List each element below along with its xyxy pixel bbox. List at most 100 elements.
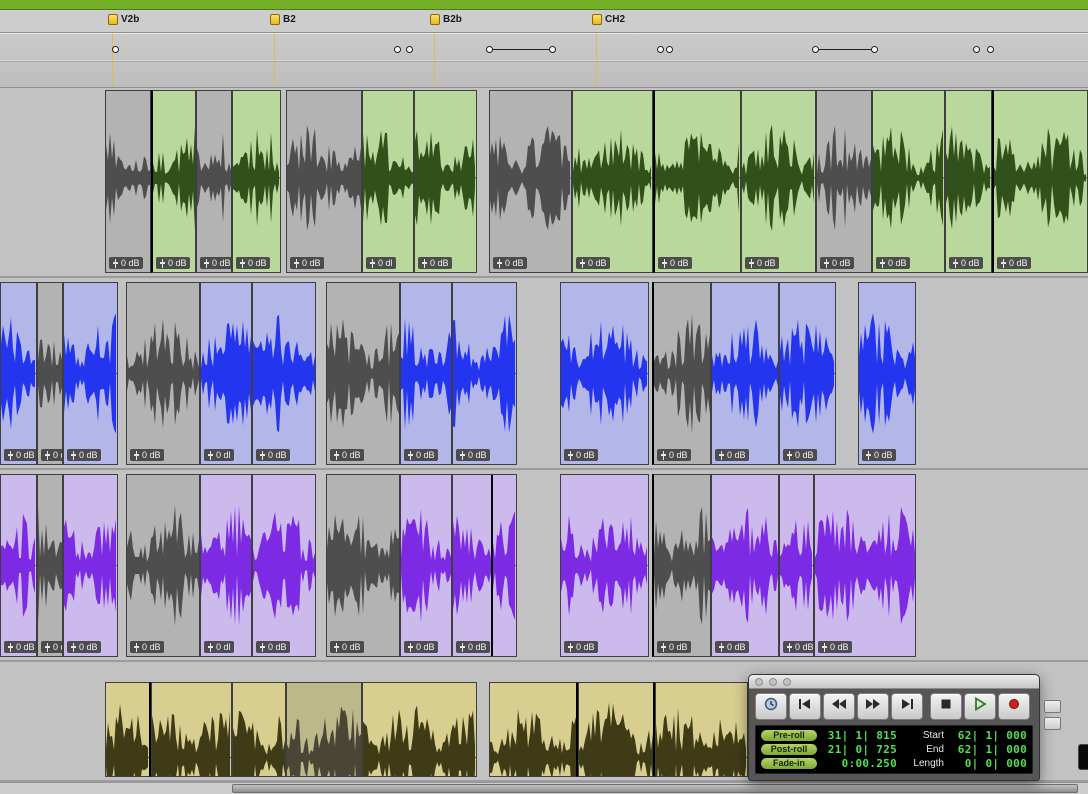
audio-clip[interactable]: 0 dB: [126, 282, 200, 465]
tempo-event-node[interactable]: [871, 46, 878, 53]
tempo-event-node[interactable]: [666, 46, 673, 53]
clip-gain-badge[interactable]: 0 dB: [997, 257, 1031, 269]
fade-in-value[interactable]: 0:00.250: [817, 757, 897, 770]
clip-gain-badge[interactable]: 0 dB: [330, 641, 364, 653]
audio-clip[interactable]: [578, 682, 655, 777]
clip-gain-badge[interactable]: 0 d: [41, 641, 63, 653]
audio-clip[interactable]: 0 dB: [452, 474, 517, 657]
audio-clip[interactable]: [105, 682, 151, 777]
scrollbar-thumb[interactable]: [232, 784, 1078, 793]
start-value[interactable]: 62| 1| 000: [947, 729, 1027, 742]
clip-gain-badge[interactable]: 0 dB: [130, 641, 164, 653]
end-value[interactable]: 62| 1| 000: [947, 743, 1027, 756]
audio-clip[interactable]: [655, 682, 748, 777]
audio-clip[interactable]: 0 dB: [326, 282, 400, 465]
clip-gain-badge[interactable]: 0 dB: [657, 641, 691, 653]
rewind-button[interactable]: [823, 693, 855, 720]
marker-CH2[interactable]: CH2: [592, 14, 625, 25]
transport-titlebar[interactable]: [749, 675, 1039, 689]
pre-roll-value[interactable]: 31| 1| 815: [817, 729, 897, 742]
window-close-button[interactable]: [755, 678, 763, 686]
clip-gain-badge[interactable]: 0 dB: [4, 449, 37, 461]
audio-clip[interactable]: 0 dB: [814, 474, 916, 657]
horizontal-scrollbar[interactable]: [0, 782, 1088, 794]
tempo-event-node[interactable]: [112, 46, 119, 53]
audio-clip[interactable]: 0 dB: [711, 474, 779, 657]
clip-gain-badge[interactable]: 0 dB: [256, 641, 290, 653]
length-value[interactable]: 0| 0| 000: [947, 757, 1027, 770]
audio-clip[interactable]: [232, 682, 286, 777]
audio-clip[interactable]: 0 dB: [286, 90, 362, 273]
timeline-ruler[interactable]: [0, 33, 1088, 88]
markers-ruler[interactable]: V2bB2B2bCH2: [0, 10, 1088, 33]
audio-clip[interactable]: 0 dB: [326, 474, 400, 657]
audio-clip[interactable]: 0 dB: [560, 282, 649, 465]
audio-clip[interactable]: 0 dB: [452, 282, 517, 465]
go-to-end-button[interactable]: [891, 693, 923, 720]
tempo-event-node[interactable]: [657, 46, 664, 53]
record-button[interactable]: [998, 693, 1030, 720]
audio-clip[interactable]: 0 dB: [779, 474, 814, 657]
tempo-event-node[interactable]: [549, 46, 556, 53]
clip-gain-badge[interactable]: 0 dB: [130, 449, 164, 461]
audio-clip[interactable]: 0 d: [37, 474, 63, 657]
clip-gain-badge[interactable]: 0 dB: [715, 641, 749, 653]
audio-clip[interactable]: 0 dB: [126, 474, 200, 657]
tempo-event-node[interactable]: [973, 46, 980, 53]
clip-gain-badge[interactable]: 0 dB: [4, 641, 37, 653]
clip-gain-badge[interactable]: 0 dB: [493, 257, 527, 269]
audio-clip[interactable]: 0 dB: [858, 282, 916, 465]
tempo-event-node[interactable]: [394, 46, 401, 53]
audio-clip[interactable]: 0 dB: [196, 90, 232, 273]
audio-clip[interactable]: 0 dB: [741, 90, 816, 273]
audio-clip[interactable]: 0 dB: [63, 474, 118, 657]
play-button[interactable]: [964, 693, 996, 720]
audio-clip[interactable]: 0 dB: [816, 90, 872, 273]
clip-gain-badge[interactable]: 0 dl: [204, 449, 234, 461]
window-zoom-button[interactable]: [783, 678, 791, 686]
clip-gain-badge[interactable]: 0 dl: [366, 257, 396, 269]
stop-button[interactable]: [930, 693, 962, 720]
clip-gain-badge[interactable]: 0 dB: [658, 257, 692, 269]
clip-gain-badge[interactable]: 0 dB: [256, 449, 290, 461]
audio-clip[interactable]: 0 dB: [652, 474, 711, 657]
fast-forward-button[interactable]: [857, 693, 889, 720]
clip-gain-badge[interactable]: 0 dB: [745, 257, 779, 269]
clip-gain-badge[interactable]: 0 dB: [576, 257, 610, 269]
online-button[interactable]: [755, 693, 787, 720]
marker-V2b[interactable]: V2b: [108, 14, 139, 25]
audio-clip[interactable]: 0 dB: [872, 90, 945, 273]
audio-clip[interactable]: 0 dB: [252, 474, 316, 657]
audio-clip[interactable]: [362, 682, 477, 777]
clip-gain-badge[interactable]: 0 dB: [67, 641, 101, 653]
post-roll-button[interactable]: Post-roll: [761, 744, 817, 755]
clip-gain-badge[interactable]: 0 dB: [236, 257, 270, 269]
audio-clip[interactable]: 0 dB: [63, 282, 118, 465]
audio-clip[interactable]: 0 dB: [414, 90, 477, 273]
window-minimize-button[interactable]: [769, 678, 777, 686]
audio-clip[interactable]: 0 dl: [200, 282, 252, 465]
clip-gain-badge[interactable]: 0 dB: [109, 257, 143, 269]
audio-clip[interactable]: 0 dl: [200, 474, 252, 657]
clip-gain-badge[interactable]: 0 dB: [418, 257, 452, 269]
clip-gain-badge[interactable]: 0 dB: [290, 257, 324, 269]
clip-gain-badge[interactable]: 0 dB: [818, 641, 852, 653]
audio-clip[interactable]: 0 dB: [711, 282, 779, 465]
expand-button-bottom[interactable]: [1044, 717, 1061, 730]
clip-gain-badge[interactable]: 0 dB: [820, 257, 854, 269]
audio-clip[interactable]: 0 dB: [779, 282, 836, 465]
return-to-zero-button[interactable]: [789, 693, 821, 720]
audio-clip[interactable]: [489, 682, 578, 777]
clip-gain-badge[interactable]: 0 dB: [783, 641, 814, 653]
audio-clip[interactable]: 0 dB: [992, 90, 1088, 273]
audio-clip[interactable]: [151, 682, 232, 777]
transport-window[interactable]: Pre-roll 31| 1| 815 Start 62| 1| 000 Pos…: [748, 674, 1040, 781]
audio-clip[interactable]: 0 dB: [0, 282, 37, 465]
clip-gain-badge[interactable]: 0 dB: [404, 449, 438, 461]
tempo-event-node[interactable]: [812, 46, 819, 53]
audio-clip[interactable]: [286, 682, 362, 777]
clip-gain-badge[interactable]: 0 dB: [67, 449, 101, 461]
clip-gain-badge[interactable]: 0 dB: [404, 641, 438, 653]
audio-clip[interactable]: 0 dB: [489, 90, 572, 273]
tempo-event-node[interactable]: [486, 46, 493, 53]
